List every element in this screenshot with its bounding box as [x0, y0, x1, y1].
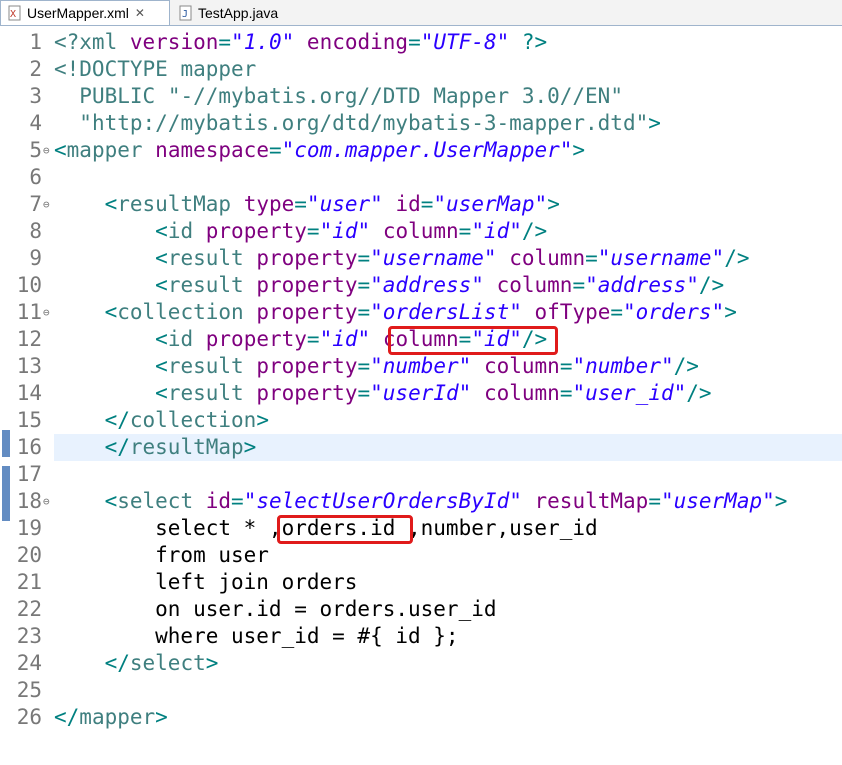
code-text: <?xml version="1.0" encoding="UTF-8" ?> — [54, 30, 548, 54]
tab-label: UserMapper.xml — [27, 5, 129, 21]
code-text: PUBLIC "-//mybatis.org//DTD Mapper 3.0//… — [79, 84, 623, 108]
code-line-14[interactable]: 14 <result property="userId" column="use… — [0, 380, 842, 407]
tab-testapp-java[interactable]: J TestApp.java — [172, 0, 302, 25]
code-text: <result property="number" column="number… — [155, 354, 699, 378]
fold-toggle-icon[interactable]: ⊖ — [43, 299, 50, 326]
line-number: 24 — [16, 651, 42, 675]
code-text: <id property="id" column="id"/> — [155, 219, 548, 243]
code-text: </resultMap> — [104, 435, 257, 459]
line-number: 5 — [29, 138, 42, 162]
code-text: </collection> — [104, 408, 269, 432]
tab-label: TestApp.java — [198, 4, 279, 21]
line-number: 21 — [16, 570, 42, 594]
close-icon[interactable]: ✕ — [135, 6, 145, 20]
code-line-11[interactable]: 11 ⊖ <collection property="ordersList" of… — [0, 299, 842, 326]
code-line-9[interactable]: 9 <result property="username" column="us… — [0, 245, 842, 272]
code-line-5[interactable]: 5 ⊖ <mapper namespace="com.mapper.UserMapp… — [0, 137, 842, 164]
code-text: "http://mybatis.org/dtd/mybatis-3-mapper… — [79, 111, 661, 135]
line-number: 6 — [29, 165, 42, 189]
code-line-17[interactable]: 17 — [0, 461, 842, 488]
code-text: <select id="selectUserOrdersById" result… — [104, 489, 788, 513]
line-number: 12 — [16, 327, 42, 351]
code-editor[interactable]: 1 <?xml version="1.0" encoding="UTF-8" ?>… — [0, 26, 842, 765]
line-number: 17 — [16, 462, 42, 486]
svg-text:X: X — [10, 9, 16, 20]
code-text: from user — [54, 543, 269, 567]
line-number: 9 — [29, 246, 42, 270]
line-number: 8 — [29, 219, 42, 243]
code-line-20[interactable]: 20 from user — [0, 542, 842, 569]
code-line-18[interactable]: 18 ⊖ <select id="selectUserOrdersById" re… — [0, 488, 842, 515]
java-file-icon: J — [178, 5, 194, 21]
line-number: 3 — [29, 84, 42, 108]
code-line-15[interactable]: 15 </collection> — [0, 407, 842, 434]
code-line-7[interactable]: 7 ⊖ <resultMap type="user" id="userMap"> — [0, 191, 842, 218]
code-line-23[interactable]: 23 where user_id = #{ id }; — [0, 623, 842, 650]
line-number: 16 — [16, 435, 42, 459]
code-line-8[interactable]: 8 <id property="id" column="id"/> — [0, 218, 842, 245]
line-number: 1 — [29, 30, 42, 54]
code-line-4[interactable]: 4 "http://mybatis.org/dtd/mybatis-3-mapp… — [0, 110, 842, 137]
line-number: 19 — [16, 516, 42, 540]
tab-usermapper-xml[interactable]: X UserMapper.xml ✕ — [0, 0, 170, 25]
code-line-3[interactable]: 3 PUBLIC "-//mybatis.org//DTD Mapper 3.0… — [0, 83, 842, 110]
code-line-26[interactable]: 26 </mapper> — [0, 704, 842, 731]
code-line-16[interactable]: 16 </resultMap> — [0, 434, 842, 461]
code-text: <result property="userId" column="user_i… — [155, 381, 712, 405]
line-number: 22 — [16, 597, 42, 621]
code-line-13[interactable]: 13 <result property="number" column="num… — [0, 353, 842, 380]
code-text: <result property="address" column="addre… — [155, 273, 725, 297]
code-line-19[interactable]: 19 select * ,orders.id ,number,user_id — [0, 515, 842, 542]
code-text: on user.id = orders.user_id — [54, 597, 497, 621]
code-line-1[interactable]: 1 <?xml version="1.0" encoding="UTF-8" ?> — [0, 29, 842, 56]
line-number: 10 — [16, 273, 42, 297]
highlight-box-line-19 — [277, 515, 413, 544]
code-line-24[interactable]: 24 </select> — [0, 650, 842, 677]
highlight-box-line-12 — [388, 326, 558, 355]
code-text: <mapper namespace="com.mapper.UserMapper… — [54, 138, 586, 162]
xml-file-icon: X — [7, 5, 23, 21]
fold-toggle-icon[interactable]: ⊖ — [43, 191, 50, 218]
fold-toggle-icon[interactable]: ⊖ — [43, 488, 50, 515]
line-number: 20 — [16, 543, 42, 567]
code-line-25[interactable]: 25 — [0, 677, 842, 704]
code-line-22[interactable]: 22 on user.id = orders.user_id — [0, 596, 842, 623]
line-number: 7 — [29, 192, 42, 216]
line-number: 25 — [16, 678, 42, 702]
code-line-2[interactable]: 2 <!DOCTYPE mapper — [0, 56, 842, 83]
code-line-10[interactable]: 10 <result property="address" column="ad… — [0, 272, 842, 299]
code-text: <result property="username" column="user… — [155, 246, 750, 270]
code-text: left join orders — [54, 570, 358, 594]
line-number: 11 — [16, 300, 42, 324]
fold-toggle-icon[interactable]: ⊖ — [43, 137, 50, 164]
line-number: 13 — [16, 354, 42, 378]
line-number: 2 — [29, 57, 42, 81]
code-text: </select> — [104, 651, 219, 675]
line-number: 18 — [16, 489, 42, 513]
code-text: where user_id = #{ id }; — [54, 624, 459, 648]
code-text: </mapper> — [54, 705, 168, 729]
code-text: <collection property="ordersList" ofType… — [104, 300, 737, 324]
svg-text:J: J — [182, 9, 188, 20]
code-line-6[interactable]: 6 — [0, 164, 842, 191]
line-number: 4 — [29, 111, 42, 135]
code-text: <!DOCTYPE mapper — [54, 57, 257, 81]
line-number: 26 — [16, 705, 42, 729]
line-number: 15 — [16, 408, 42, 432]
code-line-21[interactable]: 21 left join orders — [0, 569, 842, 596]
editor-tab-bar: X UserMapper.xml ✕ J TestApp.java — [0, 0, 842, 26]
line-number: 23 — [16, 624, 42, 648]
line-number: 14 — [16, 381, 42, 405]
code-text: <resultMap type="user" id="userMap"> — [104, 192, 560, 216]
